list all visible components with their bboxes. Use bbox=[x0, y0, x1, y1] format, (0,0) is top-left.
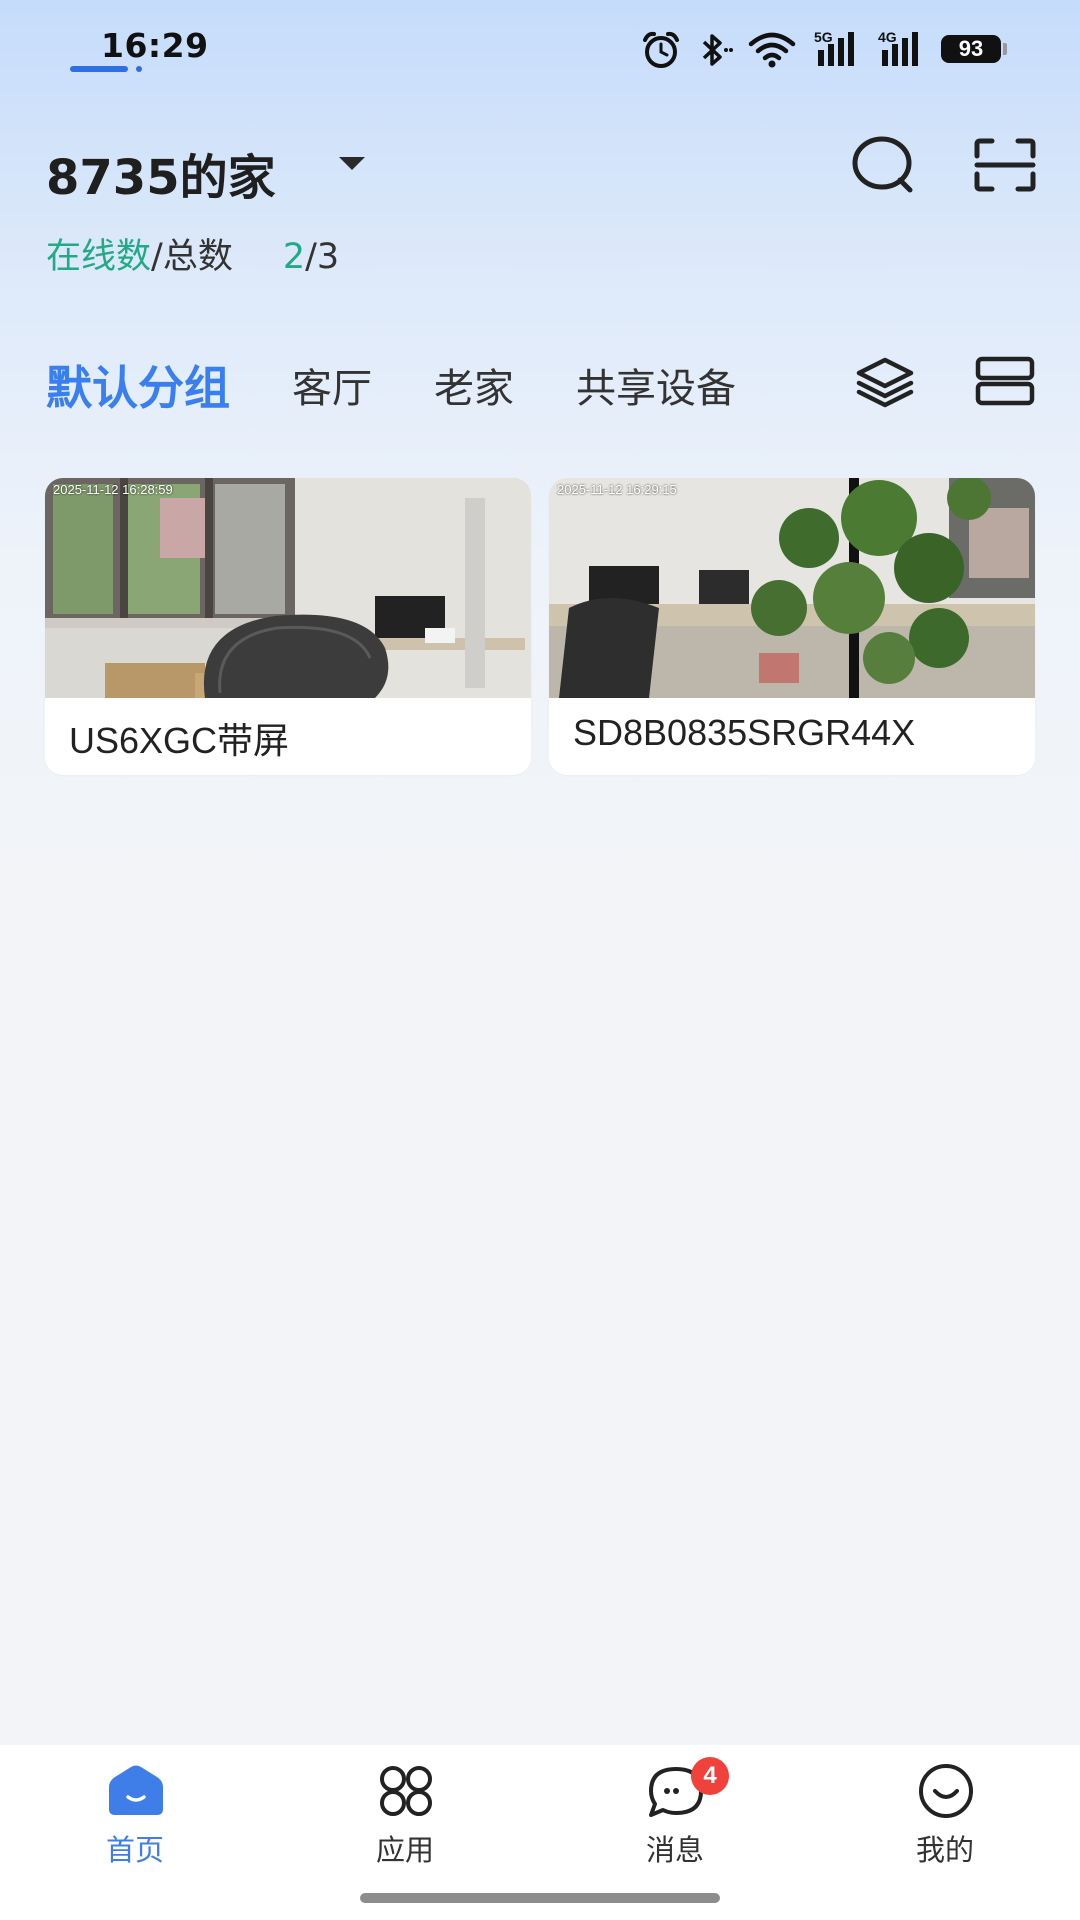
nav-messages[interactable]: 4 消息 bbox=[575, 1745, 775, 1885]
home-indicator[interactable] bbox=[360, 1893, 720, 1903]
status-time: 16:29 bbox=[101, 26, 209, 65]
signal-5g-icon: 5G bbox=[812, 28, 862, 74]
scan-icon[interactable] bbox=[974, 138, 1036, 196]
nav-home[interactable]: 首页 bbox=[35, 1745, 235, 1885]
bluetooth-icon bbox=[694, 30, 734, 74]
active-tab-indicator-dot bbox=[136, 66, 142, 72]
label-separator: / bbox=[151, 237, 163, 277]
home-dropdown-caret-icon[interactable] bbox=[339, 157, 365, 170]
signal-4g-icon: 4G bbox=[876, 28, 926, 74]
total-label: 总数 bbox=[162, 237, 233, 277]
tab-shared-devices[interactable]: 共享设备 bbox=[576, 356, 736, 414]
alarm-icon bbox=[640, 30, 682, 74]
group-tabs: 默认分组 客厅 老家 共享设备 bbox=[46, 350, 798, 420]
battery-tip bbox=[1003, 43, 1007, 55]
wifi-icon bbox=[748, 30, 796, 74]
svg-text:5G: 5G bbox=[814, 29, 833, 45]
nav-apps[interactable]: 应用 bbox=[305, 1745, 505, 1885]
count-separator: / bbox=[305, 237, 317, 277]
apps-icon bbox=[375, 1763, 437, 1819]
snapshot-timestamp: 2025-11-12 16:29:15 bbox=[557, 482, 677, 497]
nav-messages-label: 消息 bbox=[645, 1833, 704, 1867]
online-count-row: 在线数 / 总数 2/3 bbox=[46, 228, 339, 279]
search-icon[interactable] bbox=[852, 136, 916, 198]
online-label: 在线数 bbox=[46, 237, 152, 277]
active-tab-indicator bbox=[70, 66, 128, 72]
nav-profile[interactable]: 我的 bbox=[845, 1745, 1045, 1885]
profile-icon bbox=[915, 1763, 977, 1819]
tab-living-room[interactable]: 客厅 bbox=[292, 356, 372, 414]
total-count: 3 bbox=[316, 237, 340, 277]
list-layout-icon[interactable] bbox=[975, 356, 1035, 410]
battery-icon: 93 bbox=[941, 35, 1001, 63]
home-icon bbox=[105, 1763, 167, 1819]
tab-default-group[interactable]: 默认分组 bbox=[46, 352, 230, 418]
camera-snapshot: 2025-11-12 16:28:59 bbox=[45, 478, 531, 698]
layers-icon[interactable] bbox=[855, 356, 915, 412]
message-badge: 4 bbox=[691, 1757, 729, 1795]
battery-level: 93 bbox=[958, 36, 984, 61]
home-title[interactable]: 8735的家 bbox=[46, 138, 276, 208]
snapshot-timestamp: 2025-11-12 16:28:59 bbox=[53, 482, 173, 497]
svg-text:4G: 4G bbox=[878, 29, 897, 45]
online-count: 2 bbox=[282, 237, 306, 277]
device-count: 2/3 bbox=[283, 237, 339, 277]
device-card[interactable]: 2025-11-12 16:28:59 US6XGC带屏 bbox=[45, 478, 531, 775]
tab-hometown[interactable]: 老家 bbox=[434, 356, 514, 414]
device-name: US6XGC带屏 bbox=[69, 720, 290, 761]
device-name: SD8B0835SRGR44X bbox=[573, 712, 916, 753]
nav-home-label: 首页 bbox=[105, 1833, 164, 1867]
device-card[interactable]: 2025-11-12 16:29:15 SD8B0835SRGR44X bbox=[549, 478, 1035, 775]
nav-apps-label: 应用 bbox=[375, 1833, 434, 1867]
nav-profile-label: 我的 bbox=[915, 1833, 974, 1867]
camera-snapshot: 2025-11-12 16:29:15 bbox=[549, 478, 1035, 698]
